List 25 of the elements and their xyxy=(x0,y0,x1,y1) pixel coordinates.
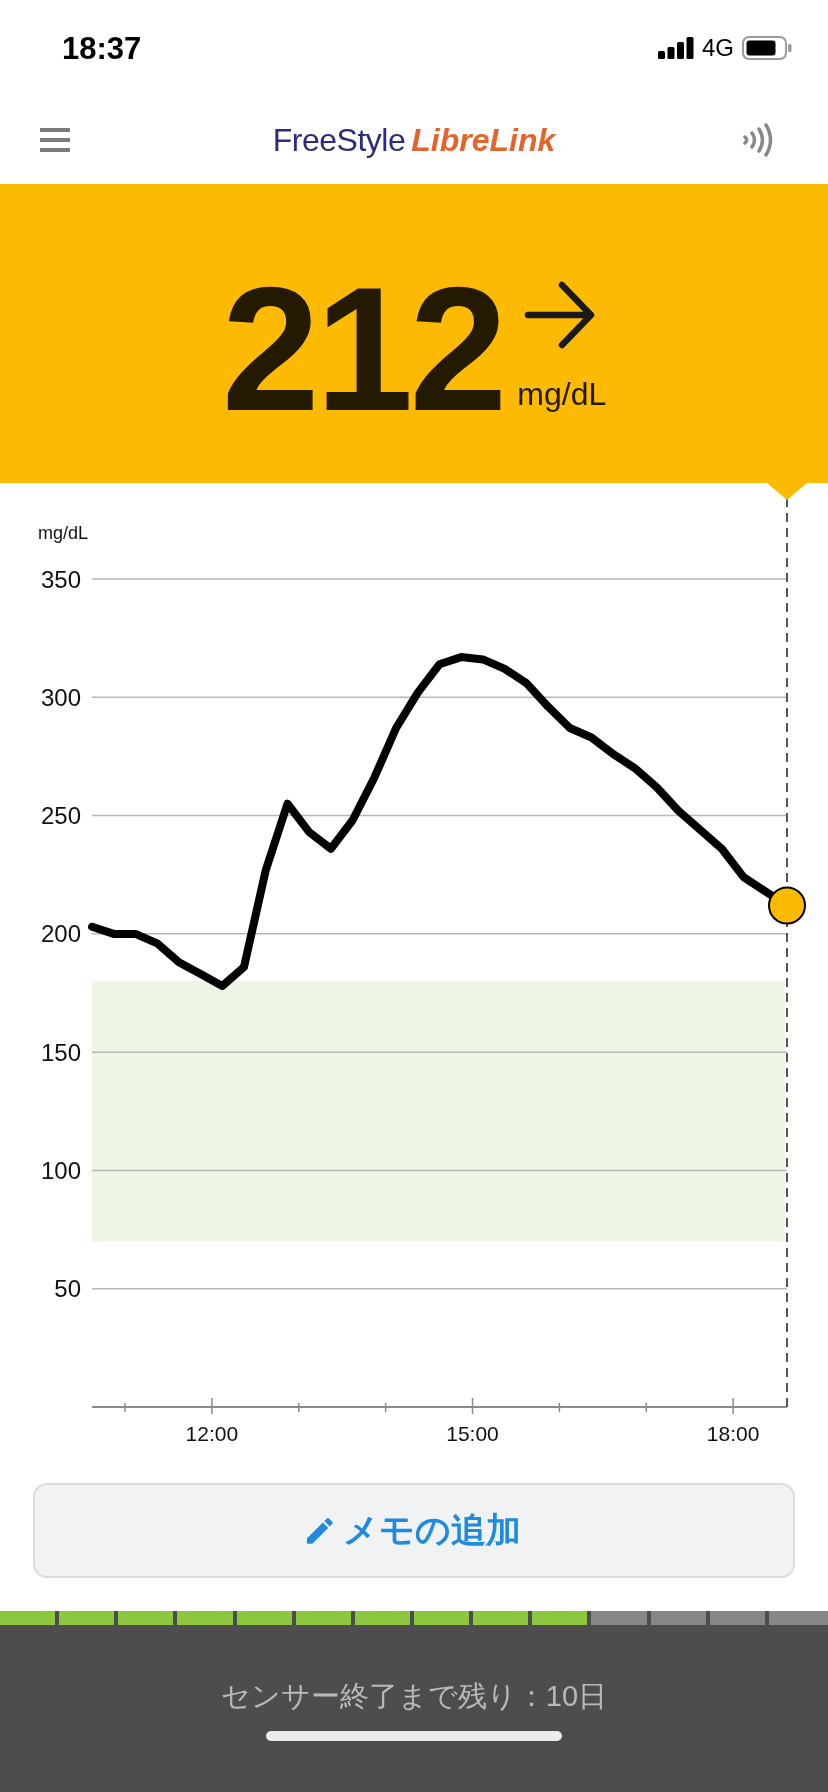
y-axis-label: 50 xyxy=(54,1275,81,1303)
y-axis-label: 300 xyxy=(40,683,81,711)
pencil-icon xyxy=(307,1517,333,1544)
arrow-right-icon xyxy=(524,279,597,351)
add-memo-button[interactable]: メモの追加 xyxy=(33,1483,795,1578)
y-axis-label: 150 xyxy=(40,1038,81,1066)
signal-bars-icon xyxy=(658,37,694,59)
status-time: 18:37 xyxy=(62,32,142,64)
logo-text: LibreLink xyxy=(411,124,556,156)
current-reading-marker xyxy=(768,886,806,925)
menu-icon[interactable] xyxy=(40,128,70,152)
battery-icon xyxy=(742,36,792,60)
y-axis-label: 250 xyxy=(40,802,81,830)
logo-text: FreeStyle xyxy=(272,124,406,156)
x-axis-label: 12:00 xyxy=(185,1421,239,1445)
y-axis-label: 350 xyxy=(40,565,81,593)
y-axis-title: mg/dL xyxy=(38,523,89,543)
y-axis-label: 200 xyxy=(40,920,81,948)
glucose-value: 212 xyxy=(221,261,504,437)
sensor-remaining-text: センサー終了まで残り：10日 xyxy=(220,1679,608,1714)
glucose-unit: mg/dL xyxy=(517,378,607,410)
network-type: 4G xyxy=(702,36,734,60)
y-axis-label: 100 xyxy=(40,1156,81,1184)
x-axis-label: 18:00 xyxy=(706,1421,760,1445)
x-axis-label: 15:00 xyxy=(446,1421,499,1445)
